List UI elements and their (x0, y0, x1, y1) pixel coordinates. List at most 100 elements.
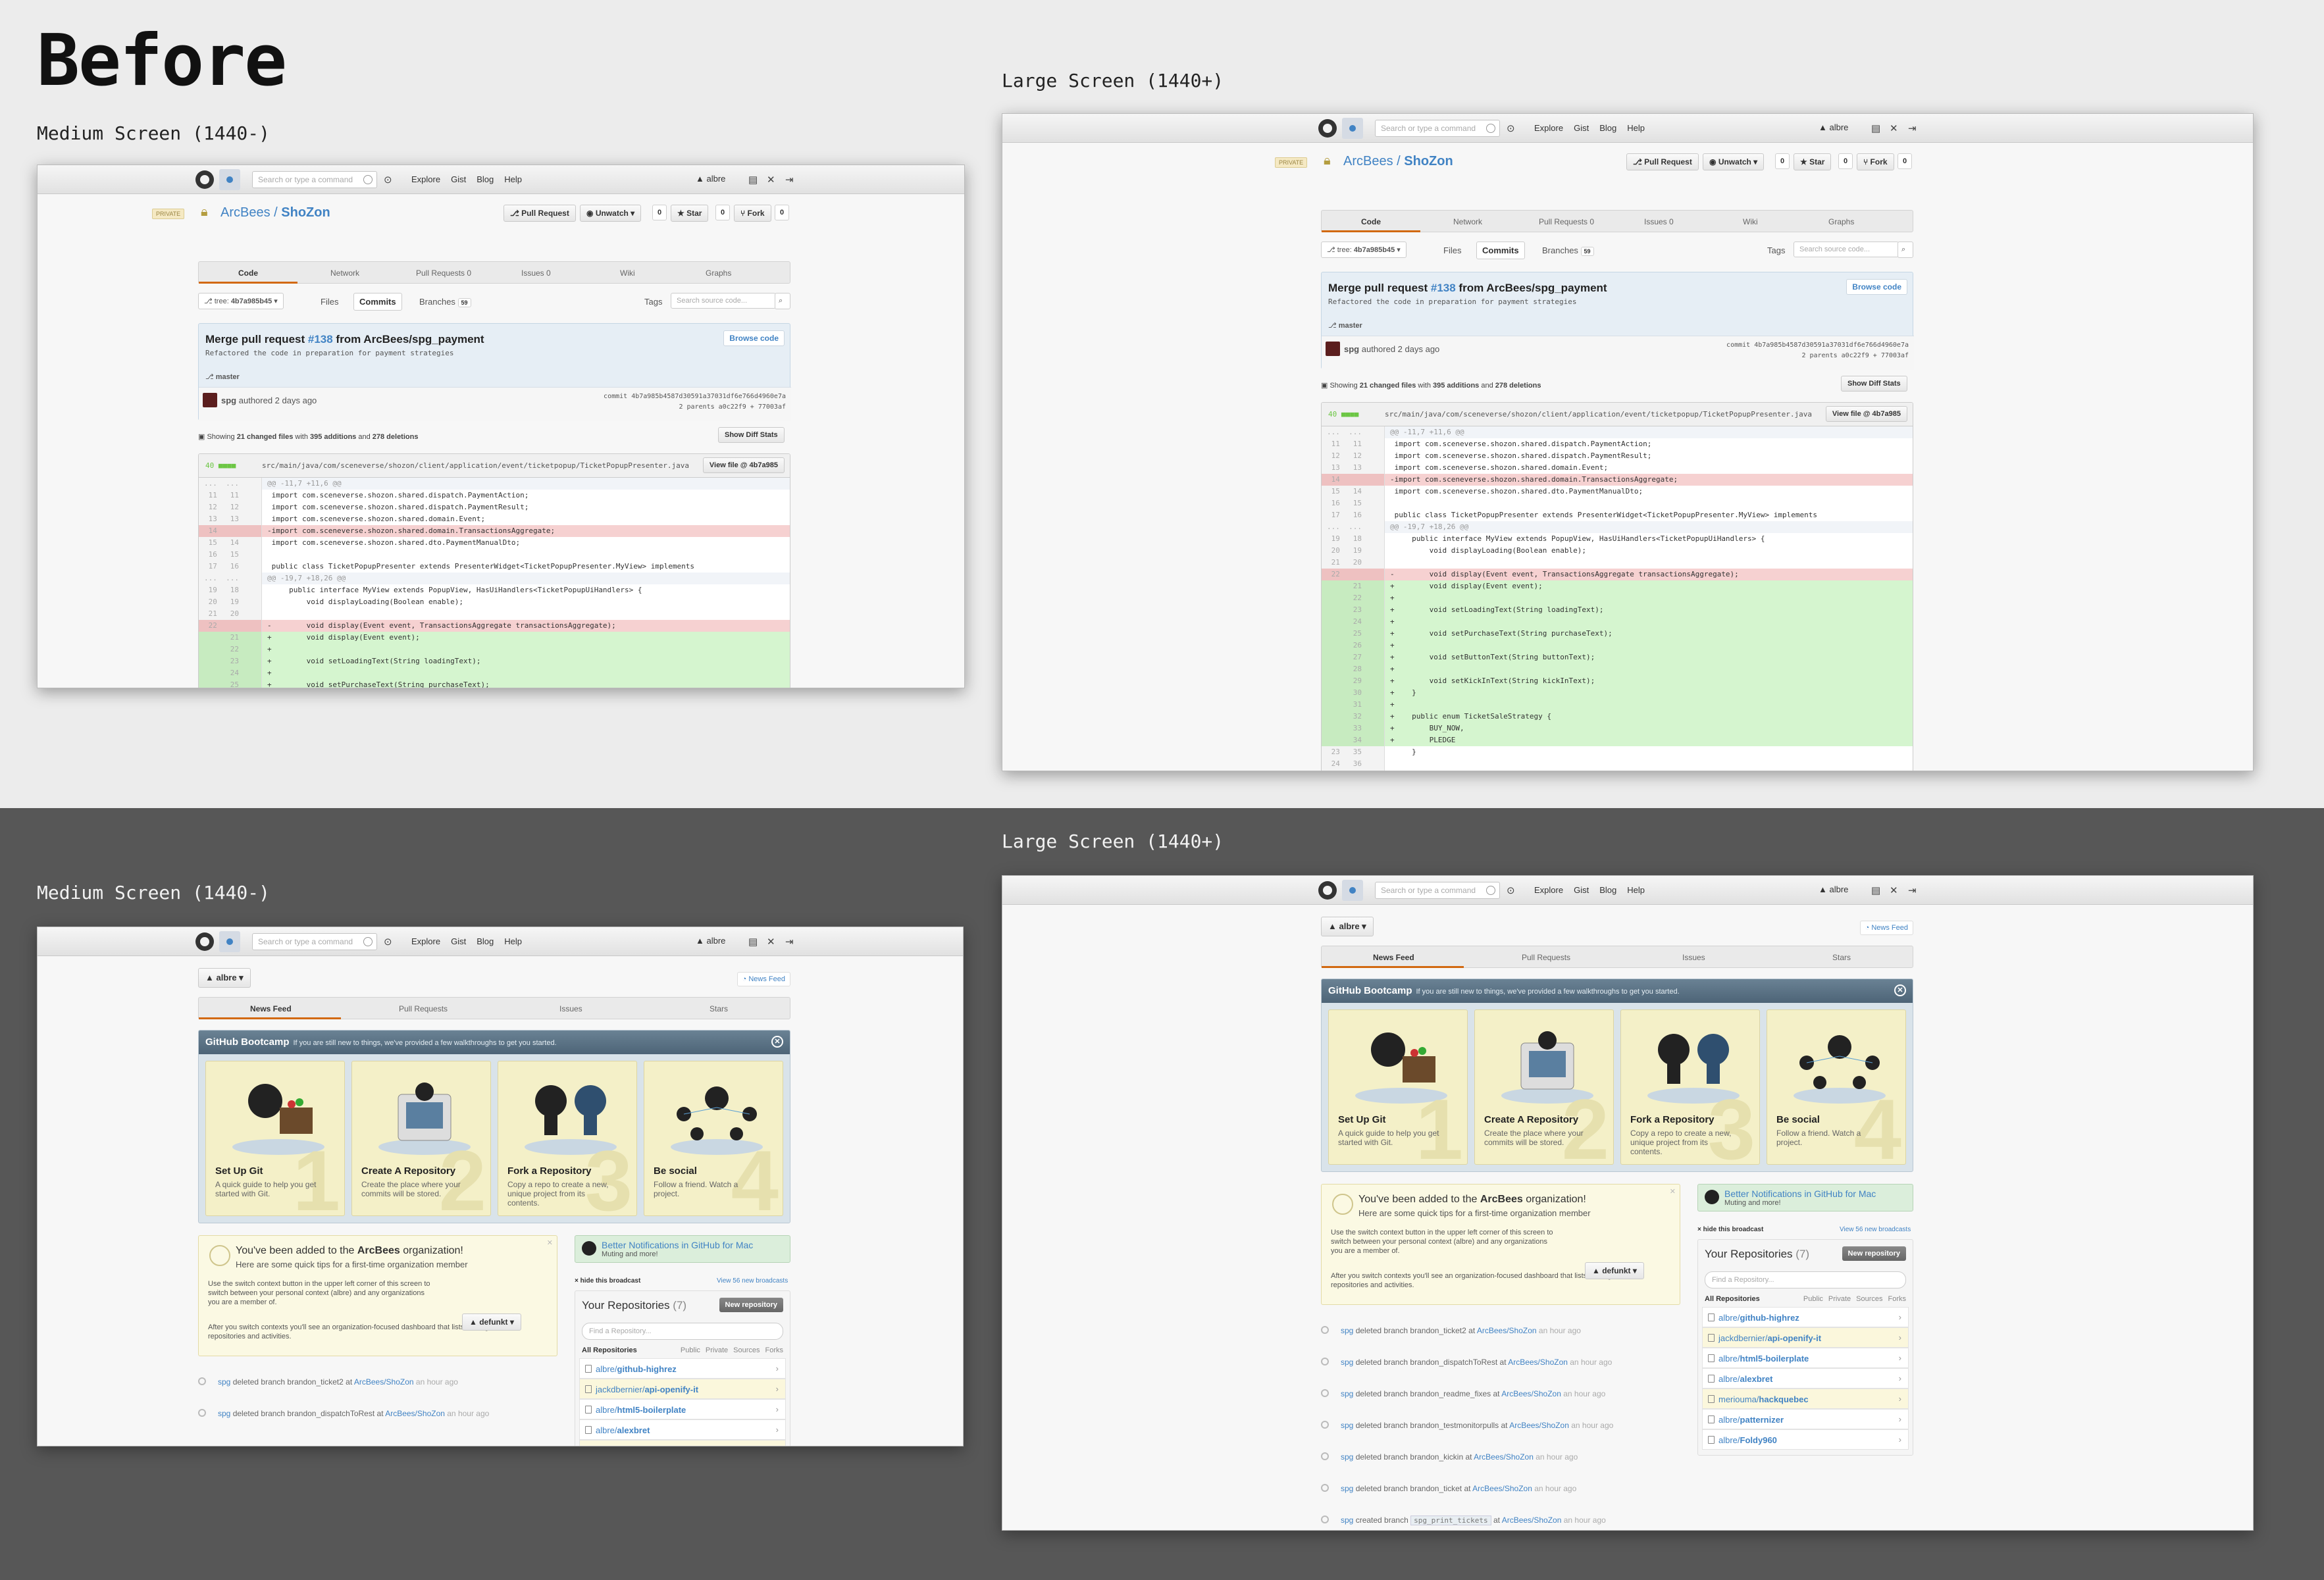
repo-icon[interactable]: ▤ (748, 936, 758, 948)
filter-sources[interactable]: Sources (1856, 1295, 1882, 1303)
filter-forks[interactable]: Forks (765, 1346, 784, 1354)
dismiss-icon[interactable]: ✕ (547, 1238, 553, 1247)
diff-line-numbers[interactable]: 22 (199, 620, 262, 632)
diff-line-numbers[interactable]: 20 19 (1322, 545, 1385, 557)
command-help-icon[interactable]: ⊙ (384, 936, 392, 948)
search-input[interactable]: Search or type a command (1375, 120, 1500, 137)
repo-icon[interactable]: ▤ (1871, 122, 1880, 134)
nav-gist[interactable]: Gist (451, 936, 466, 946)
diff-line-numbers[interactable]: ... ... (1322, 426, 1385, 438)
context-switcher[interactable]: ▲ albre ▾ (1321, 917, 1374, 936)
author-link[interactable]: spg (221, 395, 236, 405)
defunkt-context-button[interactable]: ▲ defunkt ▾ (1585, 1262, 1644, 1279)
nav-gist[interactable]: Gist (1574, 123, 1589, 133)
diff-line-numbers[interactable]: 16 15 (199, 549, 262, 561)
diff-line-numbers[interactable]: 30 (1322, 687, 1385, 699)
diff-line-numbers[interactable]: 13 13 (1322, 462, 1385, 474)
user-menu[interactable]: ▲ albre (696, 936, 725, 946)
author-link[interactable]: spg (1344, 344, 1359, 354)
feed-repo-link[interactable]: ArcBees/ShoZon (1477, 1326, 1537, 1335)
feed-repo-link[interactable]: ArcBees/ShoZon (1474, 1452, 1534, 1462)
commits-tab[interactable]: Commits (1476, 242, 1525, 259)
tab-news-feed[interactable]: News Feed (250, 1004, 292, 1013)
bootcamp-card[interactable]: 3 Fork a Repository Copy a repo to create … (1620, 1009, 1760, 1165)
bootcamp-card[interactable]: 2 Create A Repository Create the place whe… (351, 1061, 491, 1216)
bootcamp-card[interactable]: 1 Set Up Git A quick guide to help you get… (1328, 1009, 1468, 1165)
hide-broadcast-link[interactable]: × hide this broadcast (575, 1277, 640, 1285)
diff-line-numbers[interactable]: 11 11 (1322, 438, 1385, 450)
settings-tools-icon[interactable]: ✕ (1890, 884, 1898, 896)
code-search-icon[interactable]: ⌕ (775, 293, 790, 309)
diff-line-numbers[interactable]: 31 (1322, 699, 1385, 711)
tab-issues[interactable]: Issues 0 (521, 268, 551, 278)
repository-item[interactable]: jackdbernier/api-openify-it › (579, 1379, 786, 1399)
feed-user-link[interactable]: spg (1341, 1326, 1353, 1335)
diff-file-path[interactable]: src/main/java/com/sceneverse/shozon/clie… (262, 461, 689, 470)
unwatch-button[interactable]: ◉ Unwatch ▾ (580, 205, 642, 222)
diff-line-numbers[interactable]: 13 13 (199, 513, 262, 525)
notifications-icon[interactable] (1342, 118, 1363, 139)
diff-line-numbers[interactable]: 19 18 (199, 584, 262, 596)
tags-link[interactable]: Tags (1767, 245, 1785, 255)
author-avatar[interactable] (1326, 342, 1340, 356)
commit-parents[interactable]: 2 parents a0c22f9 + 77003af (1801, 352, 1909, 359)
author-avatar[interactable] (203, 393, 217, 407)
diff-line-numbers[interactable]: 24 (199, 667, 262, 679)
browse-code-button[interactable]: Browse code (1846, 279, 1907, 295)
notifications-icon[interactable] (219, 931, 240, 952)
filter-private[interactable]: Private (706, 1346, 728, 1354)
bootcamp-card[interactable]: 2 Create A Repository Create the place whe… (1474, 1009, 1614, 1165)
diff-line-numbers[interactable]: 25 (199, 679, 262, 688)
notifications-icon[interactable] (1342, 880, 1363, 901)
fork-count[interactable]: 0 (775, 205, 790, 220)
filter-all-repositories[interactable]: All Repositories (582, 1346, 637, 1354)
filter-all-repositories[interactable]: All Repositories (1705, 1295, 1760, 1303)
diff-line-numbers[interactable]: ... ... (199, 478, 262, 490)
dismiss-icon[interactable]: ✕ (1670, 1187, 1676, 1196)
diff-line-numbers[interactable]: 27 (1322, 651, 1385, 663)
tree-selector[interactable]: ⎇ tree: 4b7a985b45 ▾ (198, 293, 284, 309)
github-logo-icon[interactable] (1318, 881, 1337, 900)
tab-graphs[interactable]: Graphs (706, 268, 731, 278)
diff-line-numbers[interactable]: 22 (1322, 592, 1385, 604)
pull-request-link[interactable]: #138 (1431, 282, 1456, 294)
sign-out-icon[interactable]: ⇥ (785, 936, 794, 948)
diff-line-numbers[interactable]: 34 (1322, 734, 1385, 746)
repository-item[interactable]: meriouma/hackquebec› (579, 1440, 786, 1446)
command-help-icon[interactable]: ⊙ (384, 174, 392, 186)
search-scope-icon[interactable] (363, 175, 373, 184)
search-scope-icon[interactable] (1486, 886, 1495, 895)
unwatch-button[interactable]: ◉ Unwatch ▾ (1703, 153, 1765, 170)
feed-repo-link[interactable]: ArcBees/ShoZon (1508, 1358, 1568, 1367)
diff-line-numbers[interactable]: 22 (199, 644, 262, 655)
feed-user-link[interactable]: spg (1341, 1358, 1353, 1367)
diff-line-numbers[interactable]: 21 20 (199, 608, 262, 620)
repo-owner-link[interactable]: ArcBees (220, 205, 271, 220)
diff-line-numbers[interactable]: 15 14 (1322, 486, 1385, 497)
diff-line-numbers[interactable]: 23 35 (1322, 746, 1385, 758)
files-link[interactable]: Files (1443, 245, 1461, 255)
feed-repo-link[interactable]: ArcBees/ShoZon (1509, 1421, 1569, 1430)
search-scope-icon[interactable] (363, 937, 373, 946)
settings-tools-icon[interactable]: ✕ (1890, 122, 1898, 134)
user-menu[interactable]: ▲ albre (1819, 884, 1848, 894)
tab-pull-requests[interactable]: Pull Requests 0 (1539, 217, 1594, 226)
star-button[interactable]: ★ Star (671, 205, 709, 222)
commit-parents[interactable]: 2 parents a0c22f9 + 77003af (679, 403, 786, 411)
settings-tools-icon[interactable]: ✕ (767, 936, 775, 948)
diff-line-numbers[interactable]: 14 (1322, 474, 1385, 486)
find-repository-input[interactable]: Find a Repository... (582, 1323, 783, 1340)
search-input[interactable]: Search or type a command (252, 933, 377, 950)
diff-line-numbers[interactable]: 25 (1322, 628, 1385, 640)
show-diff-stats-button[interactable]: Show Diff Stats (1841, 376, 1907, 392)
news-feed-link[interactable]: ◔ News Feed (1859, 921, 1913, 935)
feed-user-link[interactable]: spg (1341, 1452, 1353, 1462)
watch-count[interactable]: 0 (1775, 153, 1790, 169)
diff-line-numbers[interactable]: 28 (1322, 663, 1385, 675)
github-logo-icon[interactable] (1318, 119, 1337, 138)
diff-line-numbers[interactable]: 21 20 (1322, 557, 1385, 569)
nav-help[interactable]: Help (504, 174, 522, 184)
star-count[interactable]: 0 (1838, 153, 1853, 169)
repository-item[interactable]: albre/alexbret › (579, 1419, 786, 1440)
code-search-input[interactable]: Search source code... (671, 293, 776, 309)
